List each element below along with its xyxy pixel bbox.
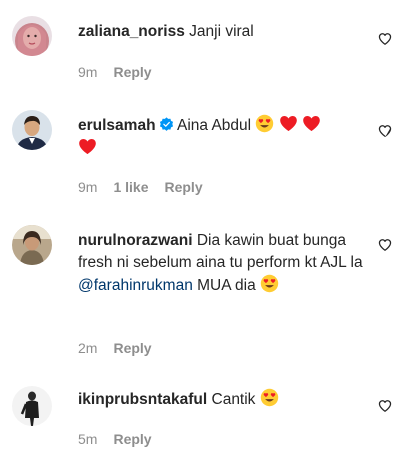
comment-text-tail: MUA dia <box>197 277 256 294</box>
comment-text: Janji viral <box>189 23 254 40</box>
comment-time: 2m <box>78 340 98 356</box>
reply-button[interactable]: Reply <box>113 64 151 80</box>
reply-button[interactable]: Reply <box>113 431 151 447</box>
comment-username[interactable]: erulsamah <box>78 117 156 134</box>
comment-body: erulsamah Aina Abdul <box>78 114 374 160</box>
comment-text: Cantik <box>211 391 256 408</box>
commenter-avatar[interactable] <box>12 225 52 265</box>
comment-body: zaliana_noriss Janji viral <box>78 21 374 43</box>
red-heart-emoji-icon <box>303 115 320 132</box>
avatar-man-suit-icon <box>12 110 52 150</box>
comment-body: ikinprubsntakaful Cantik <box>78 388 374 411</box>
avatar-woman-hijab-icon <box>12 16 52 56</box>
reply-button[interactable]: Reply <box>164 179 202 195</box>
like-heart-icon[interactable] <box>378 399 392 413</box>
likes-count[interactable]: 1 like <box>113 179 148 195</box>
red-heart-emoji-icon <box>279 115 297 132</box>
comment-time: 9m <box>78 179 98 195</box>
comment-body: nurulnorazwani Dia kawin buat bunga fres… <box>78 230 374 297</box>
comment-text: Aina Abdul <box>177 117 252 134</box>
commenter-avatar[interactable] <box>12 16 52 56</box>
comment-time: 5m <box>78 431 98 447</box>
comment-meta: 5m Reply <box>78 431 152 447</box>
comment-username[interactable]: ikinprubsntakaful <box>78 391 207 408</box>
avatar-person-standing-icon <box>12 386 52 426</box>
commenter-avatar[interactable] <box>12 110 52 150</box>
reply-button[interactable]: Reply <box>113 340 151 356</box>
comment-meta: 2m Reply <box>78 340 152 356</box>
commenter-avatar[interactable] <box>12 386 52 426</box>
like-heart-icon[interactable] <box>378 238 392 252</box>
verified-badge-icon <box>159 117 173 131</box>
like-heart-icon[interactable] <box>378 32 392 46</box>
comment-meta: 9m Reply <box>78 64 152 80</box>
heart-eyes-emoji-icon <box>256 114 274 133</box>
red-heart-emoji-icon <box>79 138 96 155</box>
heart-eyes-emoji-icon <box>260 274 279 293</box>
like-heart-icon[interactable] <box>378 124 392 138</box>
comment-meta: 9m 1 like Reply <box>78 179 203 195</box>
heart-eyes-emoji-icon <box>260 388 278 407</box>
avatar-woman-icon <box>12 225 52 265</box>
comment-username[interactable]: zaliana_noriss <box>78 23 185 40</box>
comment-time: 9m <box>78 64 98 80</box>
comment-username[interactable]: nurulnorazwani <box>78 232 193 249</box>
mention-link[interactable]: @farahinrukman <box>78 277 193 294</box>
